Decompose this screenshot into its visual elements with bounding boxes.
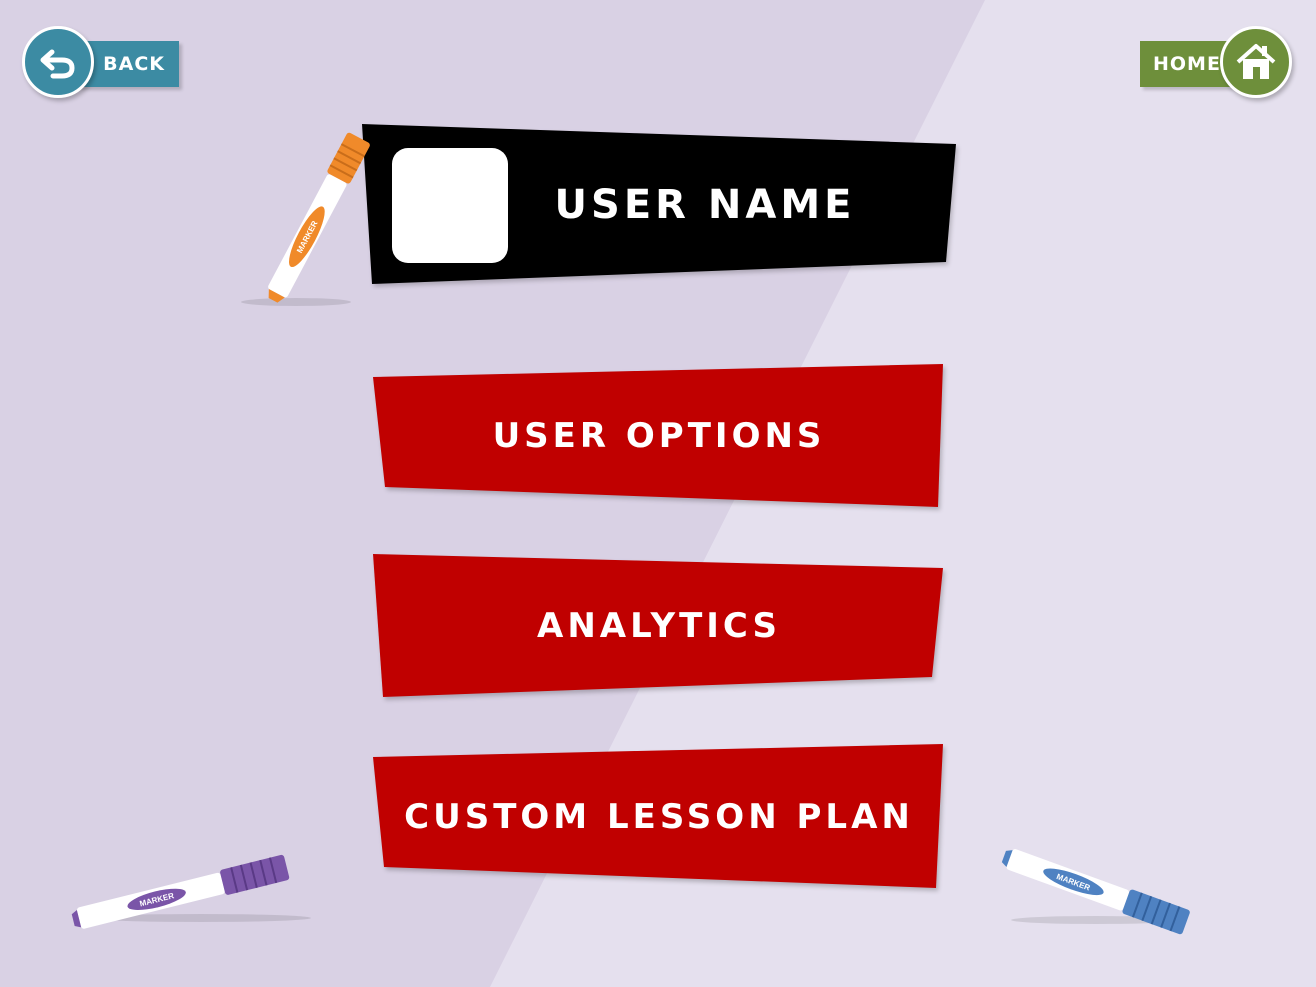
- home-label: HOME: [1153, 53, 1221, 75]
- home-circle: [1220, 26, 1292, 98]
- orange-marker-icon: MARKER: [236, 112, 406, 312]
- menu-item-label: CUSTOM LESSON PLAN: [404, 797, 914, 837]
- blue-marker-icon: MARKER: [996, 842, 1226, 942]
- menu-custom-lesson-plan-button[interactable]: CUSTOM LESSON PLAN: [372, 743, 946, 891]
- orange-marker-shape: MARKER: [241, 132, 370, 306]
- undo-arrow-icon: [40, 49, 75, 79]
- purple-marker-shape: MARKER: [71, 854, 311, 929]
- home-button[interactable]: HOME: [1140, 26, 1300, 102]
- purple-marker-icon: MARKER: [66, 846, 316, 946]
- menu-user-options-button[interactable]: USER OPTIONS: [372, 363, 946, 509]
- user-avatar[interactable]: [392, 148, 508, 263]
- back-circle: [22, 26, 94, 98]
- menu-analytics-button[interactable]: ANALYTICS: [372, 553, 946, 699]
- user-name-label: USER NAME: [554, 182, 856, 228]
- blue-marker-shape: MARKER: [1001, 849, 1190, 935]
- back-label: BACK: [103, 53, 165, 75]
- menu-item-label: ANALYTICS: [537, 606, 781, 646]
- house-icon: [1236, 44, 1276, 79]
- menu-item-label: USER OPTIONS: [492, 416, 826, 456]
- back-button[interactable]: BACK: [22, 26, 182, 102]
